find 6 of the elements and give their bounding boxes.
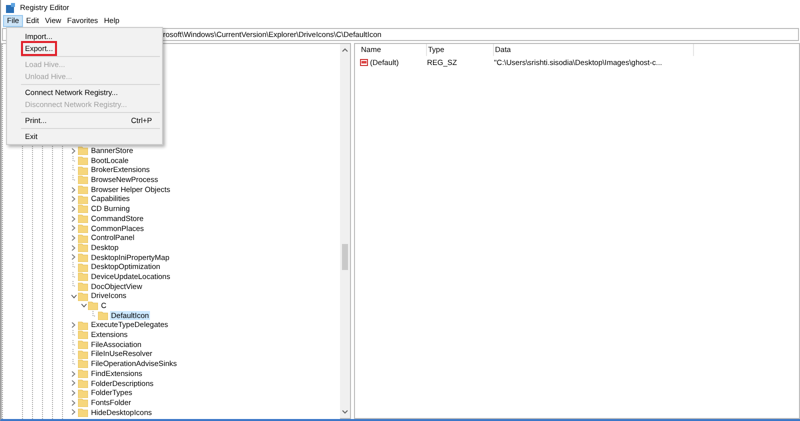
string-value-icon (360, 58, 368, 66)
app-icon (6, 2, 15, 12)
scroll-thumb[interactable] (342, 244, 348, 270)
scroll-up-icon[interactable] (341, 46, 349, 54)
scrollbar[interactable] (340, 43, 351, 419)
scroll-down-icon[interactable] (341, 408, 349, 416)
